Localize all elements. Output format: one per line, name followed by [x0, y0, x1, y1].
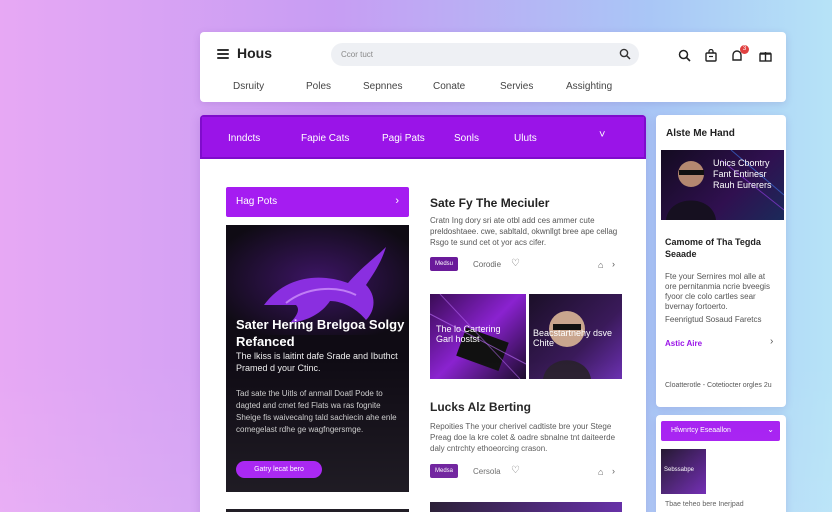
- thumbnail-caption: Sebssabpe: [664, 467, 695, 473]
- image-caption: Unics Cbontry Fant Entinesr Rauh Eurerer…: [713, 158, 772, 190]
- read-more-button[interactable]: Gatry lecat bero: [236, 461, 322, 478]
- sidebar-section-bar[interactable]: Hfwnrtcy Eseaallon ⌄: [661, 421, 780, 441]
- feature-subtitle: The lkiss is laitint dafe Srade and Ibut…: [236, 351, 398, 373]
- search-bar[interactable]: [331, 43, 639, 66]
- category-tab[interactable]: Sonls: [454, 133, 479, 144]
- category-tag[interactable]: Medsu: [430, 257, 459, 271]
- featured-post-card[interactable]: Sater Hering Brelgoa Solgy Refanced The …: [226, 225, 409, 492]
- feature-title: Sater Hering Brelgoa Solgy Refanced: [236, 317, 405, 349]
- sidebar-body: Fte your Sernires mol alle at ore pernit…: [665, 272, 770, 311]
- section-bar-label: Hfwnrtcy Eseaallon: [671, 427, 731, 434]
- nav-item[interactable]: Assighting: [566, 81, 612, 92]
- thumbnail-caption: The lo Cartering Garl hostst: [436, 324, 501, 344]
- sidebar-footer: Cloatterotle - Cotetiocter orgles 2u: [665, 382, 772, 389]
- search-input[interactable]: [341, 47, 601, 62]
- category-tag[interactable]: Medsa: [430, 464, 459, 478]
- sidebar-meta: Feenrigtud Sosaud Faretcs: [665, 315, 762, 324]
- sidebar-thumbnail[interactable]: Sebssabpe: [661, 449, 706, 494]
- article-title[interactable]: Sate Fy The Meciuler: [430, 196, 549, 210]
- article-description: Repoities The your cherivel cadtiste bre…: [430, 422, 616, 453]
- share-icon[interactable]: ⌂: [598, 260, 603, 270]
- share-icon[interactable]: ⌂: [598, 467, 603, 477]
- main-content-card: Inndcts Fapie Cats Pagi Pats Sonls Uluts…: [200, 115, 646, 512]
- sidebar-feature-image[interactable]: Unics Cbontry Fant Entinesr Rauh Eurerer…: [661, 150, 784, 220]
- sidebar-footer: Tbae teheo bere Inerjpad: [665, 501, 744, 508]
- thumbnail-caption: Beacstartnehy dsve Chite: [533, 328, 613, 348]
- heart-icon[interactable]: ♡: [511, 465, 520, 476]
- feature-body: Tad sate the Uitls of anmall Doatl Pode …: [236, 389, 397, 434]
- nav-item[interactable]: Dsruity: [233, 81, 264, 92]
- nav-item[interactable]: Servies: [500, 81, 533, 92]
- notification-badge: 3: [740, 45, 749, 54]
- category-nav-bar: Inndcts Fapie Cats Pagi Pats Sonls Uluts…: [200, 115, 646, 159]
- search-icon[interactable]: [619, 48, 631, 60]
- article-description: Cratn Ing dory sri ate otbl add ces amme…: [430, 216, 618, 247]
- article-author: Corodie: [473, 260, 502, 269]
- article-thumbnail[interactable]: Beacstartnehy dsve Chite: [529, 294, 622, 379]
- sidebar-headline[interactable]: Camome of Tha Tegda Seaade: [665, 236, 777, 260]
- category-tab[interactable]: Inndcts: [228, 133, 260, 144]
- next-article-image[interactable]: [430, 502, 622, 512]
- nav-item[interactable]: Conate: [433, 81, 465, 92]
- chevron-down-icon[interactable]: ˅: [599, 129, 605, 141]
- gift-icon[interactable]: [759, 49, 772, 62]
- nav-item[interactable]: Sepnnes: [363, 81, 402, 92]
- arrow-right-icon[interactable]: ›: [612, 466, 615, 476]
- category-tab[interactable]: Fapie Cats: [301, 133, 349, 144]
- article-thumbnail[interactable]: The lo Cartering Garl hostst: [430, 294, 526, 379]
- chevron-down-icon: ⌄: [767, 425, 774, 434]
- sidebar-card-title: Alste Me Hand: [666, 128, 735, 139]
- article-title[interactable]: Lucks Alz Berting: [430, 400, 531, 414]
- site-logo[interactable]: Hous: [237, 45, 272, 61]
- article-author: Cersola: [473, 467, 501, 476]
- bag-icon[interactable]: [705, 49, 717, 62]
- chevron-right-icon[interactable]: ›: [770, 336, 773, 347]
- sidebar-link[interactable]: Astic Aire: [665, 339, 702, 348]
- arrow-right-icon[interactable]: ›: [612, 259, 615, 269]
- hot-posts-bar[interactable]: Hag Pots ›: [226, 187, 409, 217]
- hamburger-menu-icon[interactable]: [217, 49, 229, 59]
- chevron-right-icon: ›: [395, 195, 399, 207]
- search-icon[interactable]: [678, 49, 691, 62]
- heart-icon[interactable]: ♡: [511, 258, 520, 269]
- category-tab[interactable]: Uluts: [514, 133, 537, 144]
- category-tab[interactable]: Pagi Pats: [382, 133, 425, 144]
- hot-posts-label: Hag Pots: [236, 196, 278, 207]
- nav-item[interactable]: Poles: [306, 81, 331, 92]
